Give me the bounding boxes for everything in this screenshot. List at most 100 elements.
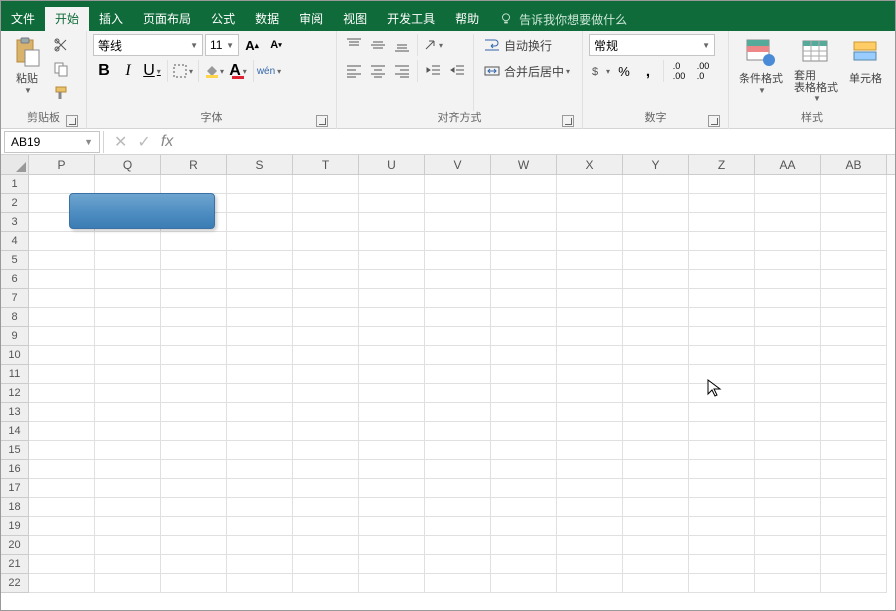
column-header[interactable]: U bbox=[359, 155, 425, 174]
cell[interactable] bbox=[161, 517, 227, 536]
cell[interactable] bbox=[623, 232, 689, 251]
cell[interactable] bbox=[95, 365, 161, 384]
cell[interactable] bbox=[557, 194, 623, 213]
tab-layout[interactable]: 页面布局 bbox=[133, 7, 201, 31]
cell[interactable] bbox=[755, 574, 821, 593]
cell[interactable] bbox=[491, 384, 557, 403]
cell-styles-button[interactable]: 单元格 bbox=[845, 34, 886, 88]
cell[interactable] bbox=[689, 346, 755, 365]
cell[interactable] bbox=[755, 289, 821, 308]
cell[interactable] bbox=[29, 251, 95, 270]
row-header[interactable]: 13 bbox=[1, 403, 28, 422]
cell[interactable] bbox=[821, 479, 887, 498]
cell[interactable] bbox=[557, 479, 623, 498]
cell[interactable] bbox=[623, 270, 689, 289]
cell[interactable] bbox=[557, 574, 623, 593]
cell[interactable] bbox=[425, 441, 491, 460]
cell[interactable] bbox=[293, 460, 359, 479]
cell[interactable] bbox=[359, 194, 425, 213]
row-header[interactable]: 1 bbox=[1, 175, 28, 194]
row-header[interactable]: 4 bbox=[1, 232, 28, 251]
row-header[interactable]: 22 bbox=[1, 574, 28, 593]
align-middle-button[interactable] bbox=[367, 34, 389, 56]
column-header[interactable]: T bbox=[293, 155, 359, 174]
bold-button[interactable]: B bbox=[93, 60, 115, 82]
cell[interactable] bbox=[491, 422, 557, 441]
cell[interactable] bbox=[821, 175, 887, 194]
cell[interactable] bbox=[623, 194, 689, 213]
cell[interactable] bbox=[359, 441, 425, 460]
cell[interactable] bbox=[755, 346, 821, 365]
column-header[interactable]: W bbox=[491, 155, 557, 174]
font-size-combo[interactable]: 11▼ bbox=[205, 34, 239, 56]
cell[interactable] bbox=[359, 213, 425, 232]
orientation-button[interactable]: ▾ bbox=[422, 34, 444, 56]
cell[interactable] bbox=[161, 251, 227, 270]
cancel-icon[interactable]: ✕ bbox=[114, 132, 127, 152]
cell[interactable] bbox=[491, 498, 557, 517]
cell[interactable] bbox=[491, 460, 557, 479]
row-header[interactable]: 6 bbox=[1, 270, 28, 289]
cell[interactable] bbox=[425, 365, 491, 384]
cell[interactable] bbox=[29, 346, 95, 365]
cell[interactable] bbox=[755, 536, 821, 555]
cell[interactable] bbox=[623, 365, 689, 384]
cell[interactable] bbox=[227, 536, 293, 555]
cell[interactable] bbox=[161, 175, 227, 194]
cell[interactable] bbox=[623, 308, 689, 327]
cell[interactable] bbox=[491, 270, 557, 289]
tab-dev[interactable]: 开发工具 bbox=[377, 7, 445, 31]
cell[interactable] bbox=[425, 194, 491, 213]
cell[interactable] bbox=[623, 441, 689, 460]
cell[interactable] bbox=[227, 574, 293, 593]
cell[interactable] bbox=[821, 384, 887, 403]
cell[interactable] bbox=[293, 441, 359, 460]
cell[interactable] bbox=[491, 536, 557, 555]
name-box[interactable]: AB19▼ bbox=[4, 131, 100, 153]
row-header[interactable]: 19 bbox=[1, 517, 28, 536]
cell[interactable] bbox=[95, 384, 161, 403]
cell[interactable] bbox=[29, 327, 95, 346]
conditional-format-button[interactable]: 条件格式▼ bbox=[735, 34, 787, 97]
cell[interactable] bbox=[359, 384, 425, 403]
cell[interactable] bbox=[623, 346, 689, 365]
cell[interactable] bbox=[689, 574, 755, 593]
shrink-font-button[interactable]: A▾ bbox=[265, 34, 287, 56]
cell[interactable] bbox=[359, 365, 425, 384]
cell[interactable] bbox=[557, 308, 623, 327]
cell[interactable] bbox=[425, 574, 491, 593]
cell[interactable] bbox=[557, 460, 623, 479]
cell[interactable] bbox=[821, 536, 887, 555]
cell[interactable] bbox=[95, 308, 161, 327]
cell[interactable] bbox=[557, 517, 623, 536]
cell[interactable] bbox=[359, 270, 425, 289]
tell-me[interactable]: 告诉我你想要做什么 bbox=[499, 11, 627, 28]
cell[interactable] bbox=[623, 517, 689, 536]
cell[interactable] bbox=[821, 251, 887, 270]
cell[interactable] bbox=[689, 365, 755, 384]
cell[interactable] bbox=[293, 479, 359, 498]
cell[interactable] bbox=[821, 270, 887, 289]
font-name-combo[interactable]: 等线▼ bbox=[93, 34, 203, 56]
cell[interactable] bbox=[359, 517, 425, 536]
cell[interactable] bbox=[29, 175, 95, 194]
row-header[interactable]: 15 bbox=[1, 441, 28, 460]
column-header[interactable]: X bbox=[557, 155, 623, 174]
row-header[interactable]: 5 bbox=[1, 251, 28, 270]
cell[interactable] bbox=[491, 213, 557, 232]
cell[interactable] bbox=[689, 270, 755, 289]
cell[interactable] bbox=[689, 517, 755, 536]
tab-home[interactable]: 开始 bbox=[45, 7, 89, 31]
cell[interactable] bbox=[755, 422, 821, 441]
cell[interactable] bbox=[95, 232, 161, 251]
cell[interactable] bbox=[491, 555, 557, 574]
row-header[interactable]: 16 bbox=[1, 460, 28, 479]
cell[interactable] bbox=[29, 270, 95, 289]
cell[interactable] bbox=[491, 517, 557, 536]
cell[interactable] bbox=[821, 232, 887, 251]
alignment-launcher[interactable] bbox=[562, 115, 574, 127]
cell[interactable] bbox=[29, 403, 95, 422]
cell[interactable] bbox=[359, 574, 425, 593]
cell[interactable] bbox=[557, 251, 623, 270]
cell[interactable] bbox=[359, 251, 425, 270]
